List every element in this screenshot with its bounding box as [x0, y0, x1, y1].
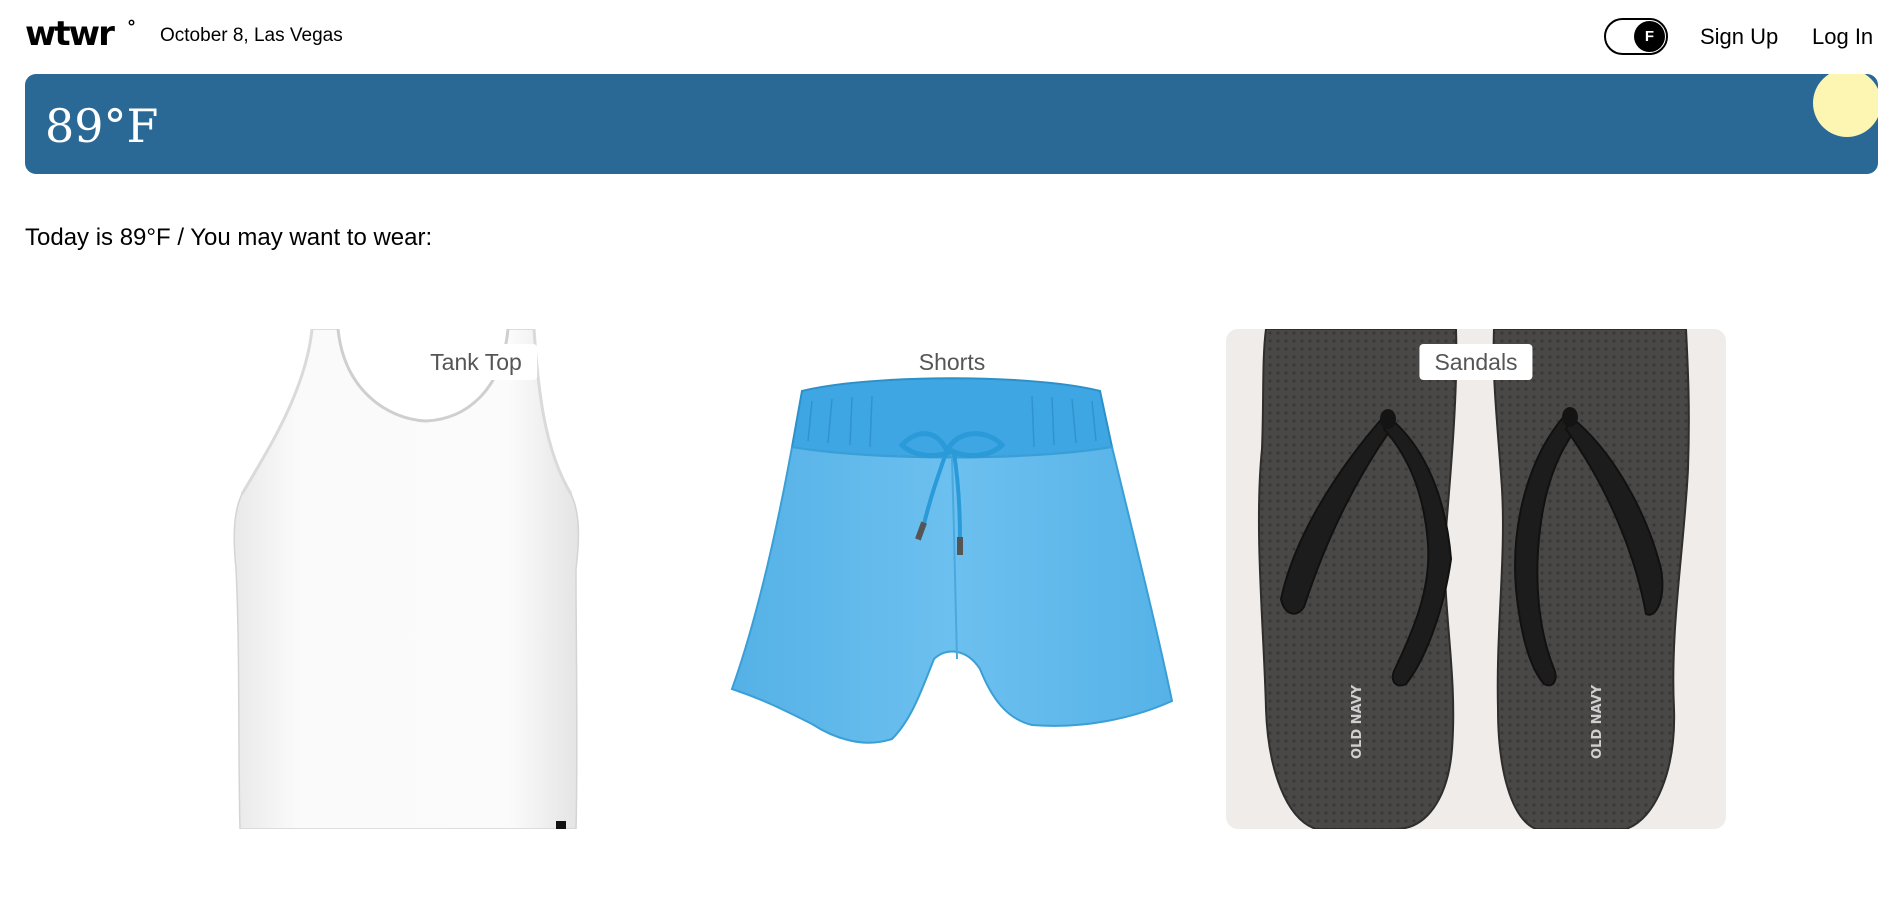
sun-icon [1813, 74, 1878, 137]
date-location: October 8, Las Vegas [160, 25, 343, 46]
temperature-unit-toggle[interactable]: F [1604, 18, 1668, 55]
item-label-tank-top: Tank Top [415, 344, 537, 380]
item-card-tank-top[interactable]: Tank Top [226, 329, 726, 829]
recommendation-text: Today is 89°F / You may want to wear: [25, 224, 433, 251]
item-label-sandals: Sandals [1419, 344, 1533, 380]
sign-up-button[interactable]: Sign Up [1700, 24, 1778, 50]
toggle-knob: F [1634, 21, 1665, 52]
header: wtwr ° October 8, Las Vegas F Sign Up Lo… [0, 0, 1899, 74]
sandal-print-left: OLD NAVY [1350, 684, 1365, 759]
logo[interactable]: wtwr ° [25, 14, 136, 54]
log-in-button[interactable]: Log In [1812, 24, 1873, 50]
item-card-shorts[interactable]: Shorts [702, 329, 1202, 829]
item-label-shorts: Shorts [918, 349, 986, 375]
logo-degree-mark: ° [127, 17, 136, 38]
item-card-sandals[interactable]: OLD NAVY OLD NAVY Sandals [1226, 329, 1726, 829]
sandal-print-right: OLD NAVY [1590, 684, 1605, 759]
weather-temperature: 89°F [45, 99, 159, 153]
tank-top-image [233, 329, 580, 829]
weather-card: 89°F [25, 74, 1878, 174]
sandals-image: OLD NAVY OLD NAVY [1257, 329, 1690, 829]
logo-text: wtwr [25, 14, 115, 54]
shorts-image [730, 377, 1174, 744]
